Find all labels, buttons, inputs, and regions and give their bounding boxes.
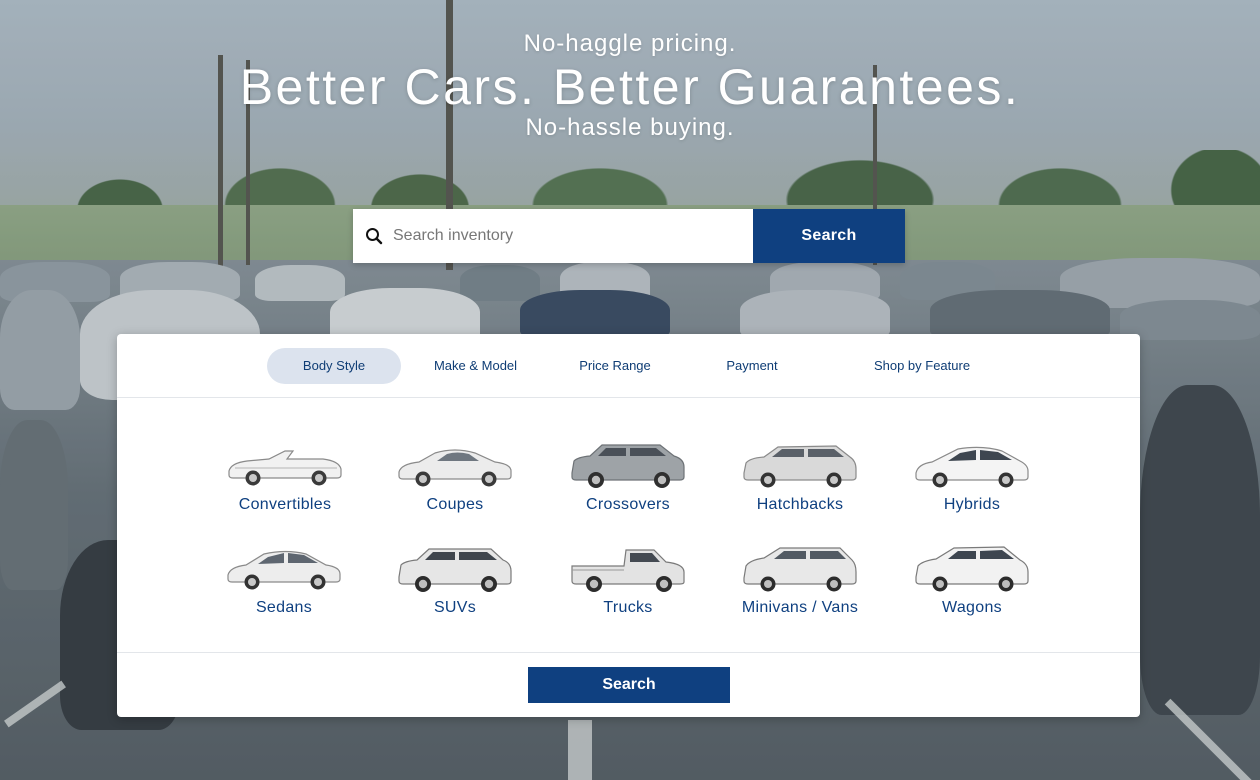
search-input[interactable] bbox=[393, 216, 733, 256]
tab-price-range[interactable]: Price Range bbox=[562, 348, 668, 384]
search-field-wrapper[interactable] bbox=[353, 209, 753, 263]
suv-icon bbox=[398, 548, 512, 592]
body-style-label: Hybrids bbox=[943, 496, 1001, 513]
body-style-label: Hatchbacks bbox=[756, 496, 844, 513]
search-icon bbox=[366, 228, 383, 245]
hero-tagline-pricing: No-haggle pricing. bbox=[523, 30, 737, 57]
crossover-icon bbox=[571, 444, 685, 488]
body-style-minivans-vans[interactable]: Minivans / Vans bbox=[715, 540, 885, 635]
body-style-coupes[interactable]: Coupes bbox=[370, 437, 540, 532]
filter-tabs: Body Style Make & Model Price Range Paym… bbox=[117, 334, 1140, 398]
hero-tagline-buying: No-hassle buying. bbox=[525, 114, 735, 141]
panel-search-button[interactable]: Search bbox=[528, 667, 730, 703]
body-style-label: Crossovers bbox=[586, 496, 670, 513]
body-style-label: Minivans / Vans bbox=[741, 599, 859, 616]
body-style-crossovers[interactable]: Crossovers bbox=[543, 437, 713, 532]
search-button[interactable]: Search bbox=[753, 209, 905, 263]
panel-footer-divider bbox=[117, 652, 1140, 653]
body-style-label: Coupes bbox=[426, 496, 484, 513]
hero-title: Better Cars. Better Guarantees. bbox=[239, 59, 1021, 115]
sedan-icon bbox=[227, 550, 341, 590]
tab-body-style[interactable]: Body Style bbox=[267, 348, 401, 384]
convertible-icon bbox=[228, 450, 342, 486]
tab-shop-by-feature[interactable]: Shop by Feature bbox=[857, 348, 987, 384]
tab-make-model[interactable]: Make & Model bbox=[417, 348, 534, 384]
hybrid-icon bbox=[915, 446, 1029, 488]
body-style-trucks[interactable]: Trucks bbox=[543, 540, 713, 635]
truck-icon bbox=[571, 549, 685, 592]
shop-filter-panel: Body Style Make & Model Price Range Paym… bbox=[117, 334, 1140, 717]
coupe-icon bbox=[398, 449, 512, 487]
body-style-label: Convertibles bbox=[238, 496, 332, 513]
body-style-sedans[interactable]: Sedans bbox=[199, 540, 369, 635]
tab-payment[interactable]: Payment bbox=[702, 348, 802, 384]
body-style-convertibles[interactable]: Convertibles bbox=[200, 437, 370, 532]
body-style-label: Sedans bbox=[255, 599, 313, 616]
body-style-hatchbacks[interactable]: Hatchbacks bbox=[715, 437, 885, 532]
body-style-label: Wagons bbox=[942, 599, 1002, 616]
body-style-wagons[interactable]: Wagons bbox=[887, 540, 1057, 635]
body-style-suvs[interactable]: SUVs bbox=[370, 540, 540, 635]
hatchback-icon bbox=[743, 445, 857, 488]
minivan-icon bbox=[743, 547, 857, 592]
wagon-icon bbox=[915, 546, 1029, 592]
inventory-search-bar: Search bbox=[353, 209, 905, 263]
body-style-label: Trucks bbox=[603, 599, 653, 616]
body-style-label: SUVs bbox=[433, 599, 477, 616]
tabs-divider bbox=[117, 397, 1140, 398]
body-style-hybrids[interactable]: Hybrids bbox=[887, 437, 1057, 532]
